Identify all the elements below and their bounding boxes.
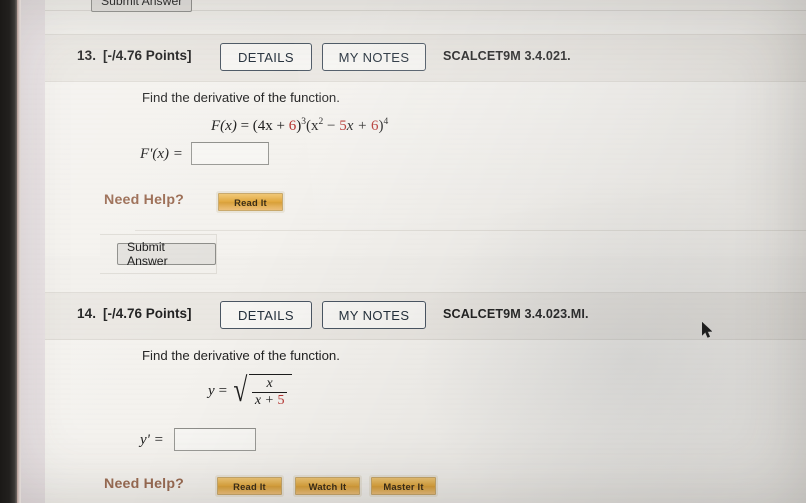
mouse-pointer-icon xyxy=(702,322,713,338)
question-14-master-it-button[interactable]: Master It xyxy=(371,477,436,495)
question-14-watch-it-button[interactable]: Watch It xyxy=(295,477,360,495)
question-13-prompt: Find the derivative of the function. xyxy=(142,90,340,105)
question-14-need-help-label: Need Help? xyxy=(104,476,185,492)
question-13: 13. [-/4.76 Points] DETAILS MY NOTES SCA… xyxy=(45,34,806,274)
question-13-submit-answer-button[interactable]: Submit Answer xyxy=(117,240,216,268)
question-13-mynotes-button[interactable]: MY NOTES xyxy=(322,43,426,71)
monitor-bezel xyxy=(0,0,17,503)
question-14-code: SCALCET9M 3.4.023.MI. xyxy=(443,307,589,321)
formula-equals: = xyxy=(240,118,250,134)
question-14-read-it-button[interactable]: Read It xyxy=(217,477,282,495)
page-left-gutter xyxy=(21,0,45,503)
photographed-screen: Submit Answer 13. [-/4.76 Points] DETAIL… xyxy=(0,0,806,503)
formula-factor2-xterm: x + xyxy=(346,118,371,134)
denominator-x-term: x + xyxy=(254,393,278,409)
submit-answer-button-top[interactable]: Submit Answer xyxy=(91,0,193,12)
formula-lhs-y: y xyxy=(208,383,215,400)
question-14-points: [-/4.76 Points] xyxy=(103,306,192,321)
formula-factor2-coefficient: 5 xyxy=(339,118,347,134)
question-14-answer-input[interactable] xyxy=(174,428,256,451)
submit-answer-wrapper-top: Submit Answer xyxy=(91,0,193,12)
question-13-code: SCALCET9M 3.4.021. xyxy=(443,49,571,63)
formula-factor2-constant: 6 xyxy=(371,118,379,134)
question-12-partial: Submit Answer xyxy=(45,0,806,12)
question-14-number: 14. xyxy=(77,306,97,321)
question-13-header: 13. [-/4.76 Points] DETAILS MY NOTES SCA… xyxy=(45,34,806,82)
question-13-divider xyxy=(135,230,806,231)
fraction-denominator: x + 5 xyxy=(252,393,288,409)
radical-sign-icon: √ xyxy=(233,372,248,410)
radicand-fraction: x x + 5 xyxy=(248,374,293,409)
question-13-need-help-label: Need Help? xyxy=(104,192,185,208)
question-13-number: 13. xyxy=(77,48,97,63)
formula-lhs: F(x) xyxy=(211,118,237,134)
formula-factor2-open: (x xyxy=(306,118,319,134)
question-14-header: 14. [-/4.76 Points] DETAILS MY NOTES SCA… xyxy=(45,292,806,340)
question-13-answer-input[interactable] xyxy=(191,142,269,165)
question-14-prompt: Find the derivative of the function. xyxy=(142,348,340,363)
webassign-page: Submit Answer 13. [-/4.76 Points] DETAIL… xyxy=(21,0,806,503)
question-13-formula: F(x) = (4x + 6)3(x2 − 5x + 6)4 xyxy=(211,117,389,135)
denominator-constant: 5 xyxy=(277,393,285,409)
question-13-read-it-button[interactable]: Read It xyxy=(218,193,283,211)
formula-factor2-exponent: 4 xyxy=(383,117,389,127)
fraction-numerator: x xyxy=(266,376,273,391)
question-13-details-button[interactable]: DETAILS xyxy=(220,43,312,71)
screen-content: Submit Answer 13. [-/4.76 Points] DETAIL… xyxy=(21,0,806,503)
formula-equals-14: = xyxy=(218,383,228,400)
question-14-answer-label: y' = xyxy=(140,432,164,448)
question-14: 14. [-/4.76 Points] DETAILS MY NOTES SCA… xyxy=(45,292,806,503)
question-14-mynotes-button[interactable]: MY NOTES xyxy=(322,301,426,329)
question-14-formula: y = √ x x + 5 xyxy=(208,372,293,410)
question-13-answer-label: F'(x) = xyxy=(140,146,183,162)
question-13-submit-panel: Submit Answer xyxy=(100,234,217,274)
formula-factor1-open: (4x + xyxy=(252,118,289,134)
question-13-points: [-/4.76 Points] xyxy=(103,48,192,63)
question-14-details-button[interactable]: DETAILS xyxy=(220,301,312,329)
formula-factor2-minus: − xyxy=(323,118,340,134)
monitor-bezel-edge xyxy=(17,0,21,503)
